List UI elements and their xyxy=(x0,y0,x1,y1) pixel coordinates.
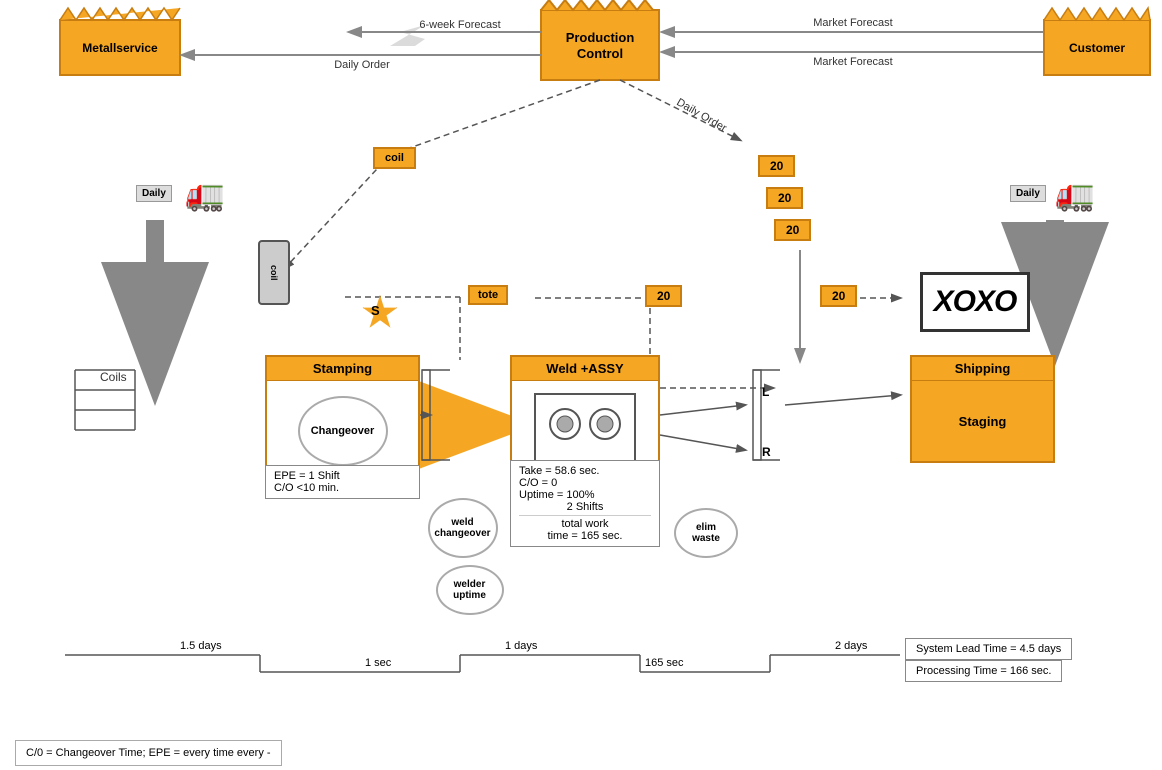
legend-box: C/0 = Changeover Time; EPE = every time … xyxy=(15,740,282,766)
days-2: 2 days xyxy=(835,640,867,652)
weld-take: Take = 58.6 sec. xyxy=(519,465,651,477)
welder-uptime-burst: welderuptime xyxy=(432,562,507,617)
coil-top-box: coil xyxy=(373,147,416,169)
shipping-content: Staging xyxy=(912,381,1053,461)
sec-1: 1 sec xyxy=(365,657,391,669)
changeover-burst: Changeover xyxy=(298,396,388,466)
stamping-info: EPE = 1 Shift C/O <10 min. xyxy=(265,465,420,499)
qty20-center: 20 xyxy=(645,285,682,307)
svg-text:Customer: Customer xyxy=(1069,41,1125,55)
sec-165: 165 sec xyxy=(645,657,684,669)
system-lead-time-box: System Lead Time = 4.5 days xyxy=(905,638,1072,660)
weld-uptime: Uptime = 100% xyxy=(519,489,651,501)
weld-changeover-burst: weldchangeover xyxy=(425,495,500,560)
elim-waste-burst: elimwaste xyxy=(672,505,740,560)
coil-inventory xyxy=(65,360,145,480)
stamping-box: Stamping Changeover xyxy=(265,355,420,483)
coil-stack: coil xyxy=(258,240,290,305)
svg-text:Metallservice: Metallservice xyxy=(82,41,158,55)
svg-text:Daily Order: Daily Order xyxy=(674,96,728,134)
truck-right: 🚛 xyxy=(1055,175,1095,213)
xoxo-box: XOXO xyxy=(920,272,1030,332)
weld-total-work: total worktime = 165 sec. xyxy=(519,515,651,542)
processing-time-box: Processing Time = 166 sec. xyxy=(905,660,1062,682)
svg-text:Daily Order: Daily Order xyxy=(334,59,390,71)
tote-label: tote xyxy=(468,285,508,305)
svg-text:Market Forecast: Market Forecast xyxy=(813,17,892,29)
push-signal xyxy=(362,295,398,331)
shipping-box: Shipping Staging xyxy=(910,355,1055,463)
push-label: S xyxy=(371,303,380,318)
stamping-epe: EPE = 1 Shift xyxy=(274,470,411,482)
days-1: 1 days xyxy=(505,640,537,652)
stamping-header: Stamping xyxy=(267,357,418,381)
qty20-shipping: 20 xyxy=(820,285,857,307)
truck-left: 🚛 xyxy=(185,175,225,213)
days-1-5: 1.5 days xyxy=(180,640,222,652)
daily-right-label: Daily xyxy=(1010,185,1046,202)
qty20-stack: 20 20 20 xyxy=(758,155,795,225)
stamping-co: C/O <10 min. xyxy=(274,482,411,494)
svg-text:Market Forecast: Market Forecast xyxy=(813,56,892,68)
weld-header: Weld +ASSY xyxy=(512,357,658,381)
svg-text:6-week Forecast: 6-week Forecast xyxy=(419,19,500,31)
daily-left-label: Daily xyxy=(136,185,172,202)
weld-info: Take = 58.6 sec. C/O = 0 Uptime = 100% 2… xyxy=(510,460,660,547)
L-label: L xyxy=(762,385,769,399)
weld-co: C/O = 0 xyxy=(519,477,651,489)
shipping-header: Shipping xyxy=(912,357,1053,381)
svg-text:Production: Production xyxy=(566,30,635,45)
svg-text:Control: Control xyxy=(577,46,623,61)
weld-machine xyxy=(530,389,640,469)
diagram: Production Control Metallservice Custome… xyxy=(0,0,1162,770)
weld-shifts: 2 Shifts xyxy=(519,501,651,513)
R-label: R xyxy=(762,445,771,459)
